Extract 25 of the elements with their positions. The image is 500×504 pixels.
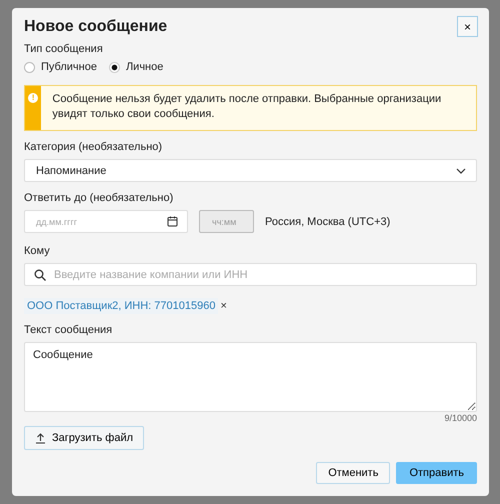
cancel-button[interactable]: Отменить [316, 462, 390, 484]
message-textarea[interactable]: Сообщение [24, 342, 477, 412]
category-select[interactable]: Напоминание [24, 159, 477, 182]
field-label: Категория (необязательно) [24, 141, 164, 153]
warning-icon: ! [28, 93, 38, 103]
alert-text: Сообщение нельзя будет удалить после отправки. Выбранные организации увидят только свои сообщения. [51, 92, 442, 122]
timezone-text: Россия, Москва (UTC+3) [265, 216, 390, 228]
send-button[interactable]: Отправить [396, 462, 477, 484]
radio-option[interactable]: Личное [108, 61, 164, 73]
chevron-down-icon [456, 168, 466, 174]
date-field[interactable]: дд.мм.гггг [24, 210, 188, 233]
recipient-chip: ООО Поставщик2, ИНН: 7701015960 [24, 298, 218, 314]
field-label: Ответить до (необязательно) [24, 192, 174, 204]
field-label: Кому [24, 245, 51, 257]
upload-icon [35, 432, 46, 444]
search-field[interactable]: Введите название компании или ИНН [24, 263, 477, 286]
dialog-title: Новое сообщение [24, 18, 168, 36]
remove-button[interactable]: × [220, 300, 227, 312]
calendar-icon [167, 216, 178, 227]
character-counter: 9/10000 [444, 413, 477, 423]
field-label: Тип сообщения [24, 43, 104, 55]
close-button[interactable]: × [457, 16, 478, 37]
field-label: Текст сообщения [24, 324, 114, 336]
upload-button[interactable]: Загрузить файл [24, 426, 144, 450]
radio-option[interactable]: Публичное [24, 61, 97, 73]
